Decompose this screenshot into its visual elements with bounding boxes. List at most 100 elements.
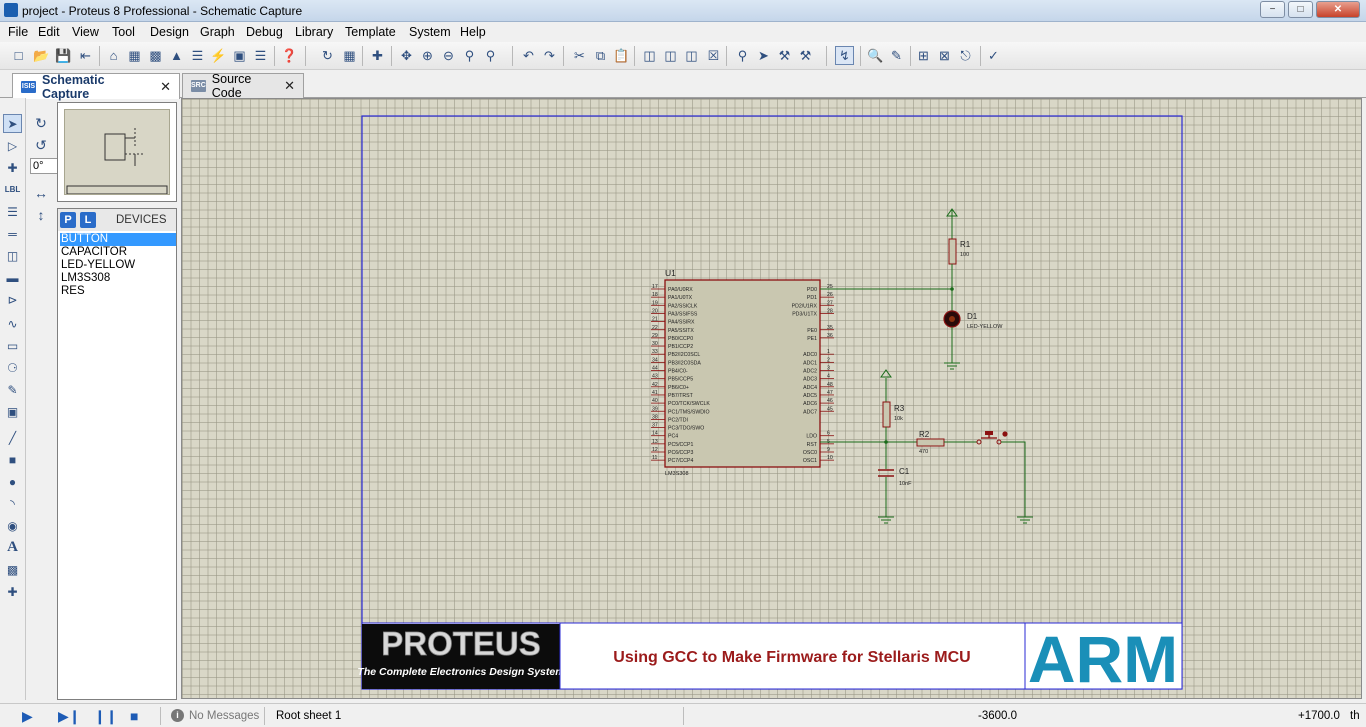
bom-icon[interactable]: ☰	[188, 46, 207, 65]
new-icon[interactable]: □	[9, 46, 28, 65]
close-icon[interactable]: ✕	[160, 79, 171, 95]
search-icon[interactable]: 🔍	[866, 46, 885, 65]
pick-icon[interactable]: ⚲	[733, 46, 752, 65]
resistor-r3[interactable]	[882, 401, 891, 428]
rotate-clockwise-icon[interactable]: ↻	[32, 114, 50, 132]
graph-icon[interactable]: ∿	[3, 314, 22, 333]
resistor-r1[interactable]	[948, 238, 957, 265]
device-list-item[interactable]: LM3S308	[60, 272, 176, 285]
power-terminal-icon[interactable]	[880, 369, 892, 378]
arc-icon[interactable]: ◝	[3, 494, 22, 513]
electrical-rule-check-icon[interactable]: ✓	[984, 46, 1003, 65]
text-script-icon[interactable]: ☰	[3, 202, 22, 221]
decompose-icon[interactable]: ⚒	[796, 46, 815, 65]
stop-icon[interactable]: ■	[130, 708, 138, 724]
device-pins-icon[interactable]: ⊳	[3, 290, 22, 309]
library-manager-button[interactable]: L	[80, 212, 96, 228]
menu-library[interactable]: Library	[295, 25, 333, 39]
block-move-icon[interactable]: ◫	[661, 46, 680, 65]
device-list-item[interactable]: LED-YELLOW	[60, 259, 176, 272]
path-icon[interactable]: ◉	[3, 516, 22, 535]
message-count[interactable]: No Messages	[189, 710, 259, 722]
open-icon[interactable]: 📂	[32, 46, 51, 65]
virtual-instrument-icon[interactable]: ▣	[3, 402, 22, 421]
wire-label-icon[interactable]: LBL	[3, 180, 22, 199]
terminals-icon[interactable]: ▬	[3, 268, 22, 287]
generator-icon[interactable]: ⚆	[3, 358, 22, 377]
remove-sheet-icon[interactable]: ⊠	[935, 46, 954, 65]
menu-design[interactable]: Design	[150, 25, 189, 39]
block-copy-icon[interactable]: ◫	[640, 46, 659, 65]
menu-tool[interactable]: Tool	[112, 25, 135, 39]
packaging-icon[interactable]: ⚒	[775, 46, 794, 65]
block-delete-icon[interactable]: ☒	[704, 46, 723, 65]
box-icon[interactable]: ■	[3, 450, 22, 469]
mirror-horizontal-icon[interactable]: ↔	[32, 184, 50, 202]
schematic-canvas[interactable]: U1 LM3S308 17 PA0/U0RX 18 PA1/U0TX 19 PA2/SSI…	[181, 98, 1362, 699]
menu-edit[interactable]: Edit	[38, 25, 60, 39]
zoom-all-icon[interactable]: ⚲	[460, 46, 479, 65]
selection-mode-icon[interactable]: ➤	[3, 114, 22, 133]
pcb-icon[interactable]: ▩	[146, 46, 165, 65]
wire-autorouter-icon[interactable]: ↯	[835, 46, 854, 65]
block-rotate-icon[interactable]: ◫	[682, 46, 701, 65]
paste-icon[interactable]: 📋	[612, 46, 631, 65]
resistor-r2[interactable]	[916, 438, 945, 447]
new-sheet-icon[interactable]: ⊞	[914, 46, 933, 65]
zoom-out-icon[interactable]: ⊖	[439, 46, 458, 65]
simulation-icon[interactable]: ⚡	[209, 46, 228, 65]
origin-icon[interactable]: ✚	[368, 46, 387, 65]
property-assign-icon[interactable]: ✎	[887, 46, 906, 65]
make-device-icon[interactable]: ➤	[754, 46, 773, 65]
line-icon[interactable]: ╱	[3, 428, 22, 447]
menu-template[interactable]: Template	[345, 25, 396, 39]
close-button[interactable]: ✕	[1316, 1, 1360, 18]
ground-symbol-d1[interactable]	[944, 362, 960, 370]
zoom-in-icon[interactable]: ⊕	[418, 46, 437, 65]
design-explorer-icon[interactable]: ☰	[251, 46, 270, 65]
3d-icon[interactable]: ▲	[167, 46, 186, 65]
save-icon[interactable]: 💾	[54, 46, 73, 65]
undo-icon[interactable]: ↶	[519, 46, 538, 65]
menu-system[interactable]: System	[409, 25, 451, 39]
grid-icon[interactable]: ▦	[340, 46, 359, 65]
menu-graph[interactable]: Graph	[200, 25, 235, 39]
help-icon[interactable]: ❓	[280, 46, 299, 65]
component-mode-icon[interactable]: ▷	[3, 136, 22, 155]
schematic-icon[interactable]: ▦	[125, 46, 144, 65]
refresh-icon[interactable]: ↻	[318, 46, 337, 65]
menu-view[interactable]: View	[72, 25, 99, 39]
menu-file[interactable]: File	[8, 25, 28, 39]
device-list-item[interactable]: CAPACITOR	[60, 246, 176, 259]
minimize-button[interactable]: −	[1260, 1, 1285, 18]
text-icon[interactable]: A	[3, 538, 22, 557]
import-icon[interactable]: ⇤	[76, 46, 95, 65]
marker-icon[interactable]: ✚	[3, 582, 22, 601]
probe-icon[interactable]: ✎	[3, 380, 22, 399]
maximize-button[interactable]: □	[1288, 1, 1313, 18]
symbol-icon[interactable]: ▩	[3, 560, 22, 579]
subcircuit-icon[interactable]: ◫	[3, 246, 22, 265]
exit-to-parent-icon[interactable]: ⎋	[956, 46, 975, 65]
pan-icon[interactable]: ✥	[397, 46, 416, 65]
device-list-item[interactable]: RES	[60, 285, 176, 298]
rotate-anticlockwise-icon[interactable]: ↺	[32, 136, 50, 154]
cut-icon[interactable]: ✂	[570, 46, 589, 65]
ground-symbol-c1[interactable]	[878, 516, 894, 524]
home-icon[interactable]: ⌂	[104, 46, 123, 65]
step-icon[interactable]: ▶❙	[58, 708, 81, 725]
gerber-icon[interactable]: ▣	[230, 46, 249, 65]
menu-help[interactable]: Help	[460, 25, 486, 39]
play-icon[interactable]: ▶	[22, 708, 33, 725]
tape-recorder-icon[interactable]: ▭	[3, 336, 22, 355]
ground-symbol-button[interactable]	[1017, 516, 1033, 524]
tab-source-code[interactable]: SRC Source Code ✕	[182, 72, 304, 100]
junction-dot-icon[interactable]: ✚	[3, 158, 22, 177]
overview-window[interactable]	[57, 102, 177, 202]
redo-icon[interactable]: ↷	[540, 46, 559, 65]
buses-icon[interactable]: ═	[3, 224, 22, 243]
close-icon[interactable]: ✕	[284, 78, 295, 94]
mcu-u1[interactable]: U1 LM3S308 17 PA0/U0RX18 PA1/U0TX19 PA2/SSI…	[651, 268, 834, 477]
tab-schematic-capture[interactable]: ISIS Schematic Capture ✕	[12, 73, 180, 101]
menu-debug[interactable]: Debug	[246, 25, 283, 39]
